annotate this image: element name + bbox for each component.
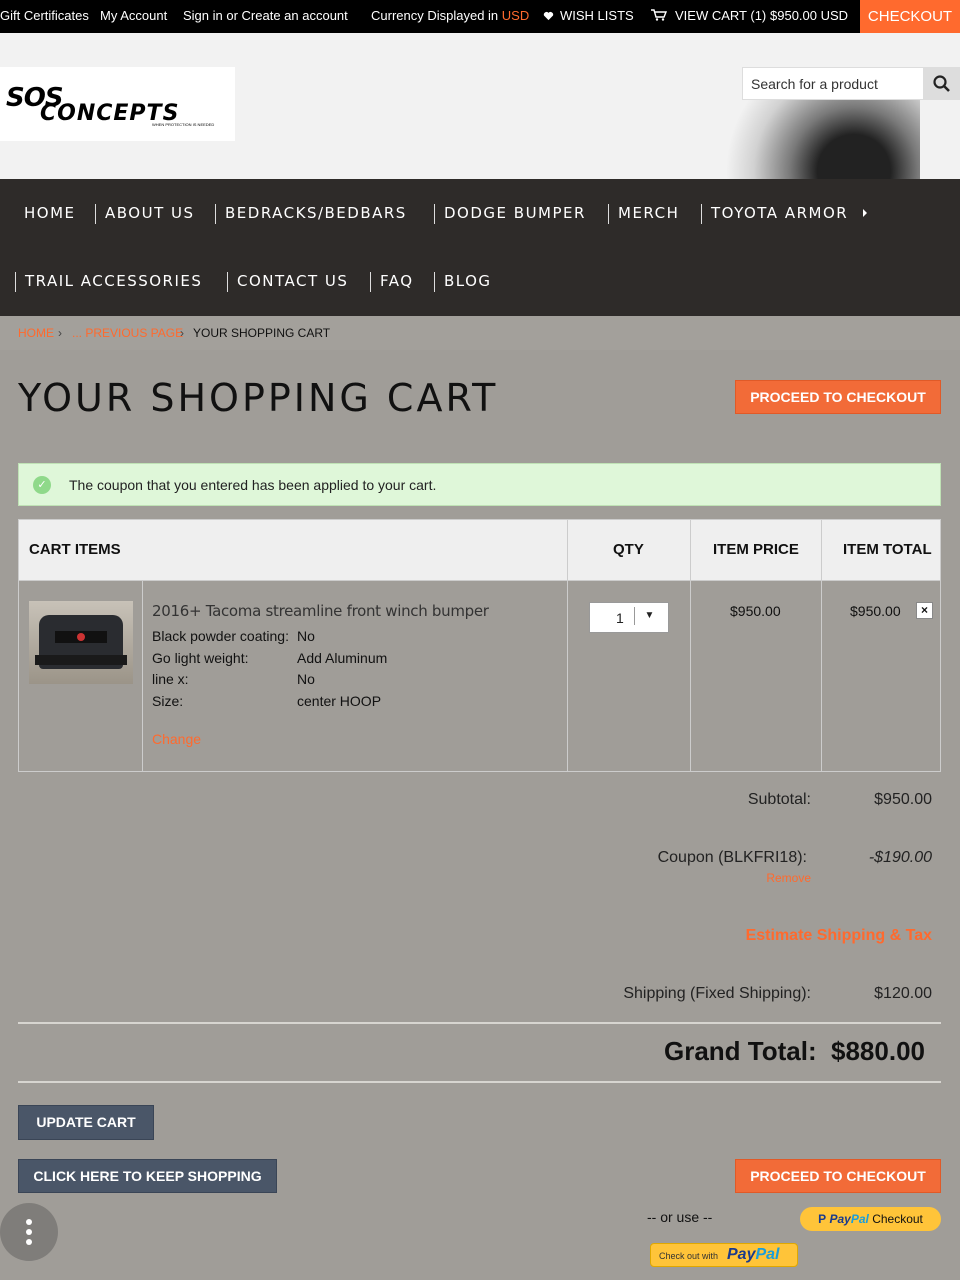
col-item-price: ITEM PRICE [713, 541, 799, 558]
nav-item-dodge-bumper[interactable]: DODGE BUMPER [444, 204, 586, 222]
wish-lists-label: WISH LISTS [560, 8, 634, 23]
cart-table-header: CART ITEMS QTY ITEM PRICE ITEM TOTAL [18, 519, 941, 581]
col-item-total: ITEM TOTAL [843, 541, 932, 558]
proceed-checkout-button-top[interactable]: PROCEED TO CHECKOUT [735, 380, 941, 414]
coupon-value: -$190.00 [868, 849, 932, 866]
view-cart-link[interactable]: VIEW CART (1) [651, 8, 766, 23]
paypal-express-button[interactable]: Check out with PayPal [650, 1243, 798, 1267]
quantity-value: 1 [616, 610, 624, 626]
col-cart-items: CART ITEMS [29, 541, 121, 558]
quantity-select[interactable]: 1 ▼ [589, 602, 669, 633]
nav-item-home[interactable]: HOME [24, 204, 76, 222]
option-value: Add Aluminum [297, 650, 388, 666]
breadcrumb-current: YOUR SHOPPING CART [193, 326, 331, 340]
remove-item-icon[interactable]: × [916, 602, 933, 619]
main-nav: HOME ABOUT US BEDRACKS/BEDBARS DODGE BUM… [0, 179, 960, 316]
alert-message: The coupon that you entered has been app… [69, 477, 437, 493]
option-value: No [297, 671, 315, 687]
option-label: Go light weight: [152, 650, 249, 666]
cart-total: $950.00 USD [770, 8, 849, 23]
option-value: No [297, 628, 315, 644]
search-input[interactable]: Search for a product [742, 67, 924, 100]
paypal-logo-icon: P [818, 1212, 827, 1226]
shipping-value: $120.00 [874, 985, 932, 1002]
shipping-label: Shipping (Fixed Shipping): [623, 985, 811, 1002]
currency-value[interactable]: USD [502, 8, 529, 23]
breadcrumb-previous[interactable]: ... PREVIOUS PAGE [72, 326, 183, 340]
search-icon [933, 75, 950, 92]
divider [18, 1081, 941, 1083]
nav-item-contact[interactable]: CONTACT US [237, 272, 348, 290]
nav-item-bedracks[interactable]: BEDRACKS/BEDBARS [225, 204, 407, 222]
option-value: center HOOP [297, 693, 382, 709]
page-title: YOUR SHOPPING CART [18, 376, 499, 420]
top-bar: Gift Certificates My Account Sign in or … [0, 0, 960, 33]
table-row: 2016+ Tacoma streamline front winch bump… [18, 581, 941, 772]
chevron-down-icon: ▼ [634, 607, 664, 625]
nav-item-about[interactable]: ABOUT US [105, 204, 195, 222]
update-cart-button[interactable]: UPDATE CART [18, 1105, 154, 1140]
item-price: $950.00 [730, 603, 781, 619]
nav-item-trail-accessories[interactable]: TRAIL ACCESSORIES [25, 272, 202, 290]
option-label: line x: [152, 671, 189, 687]
cart-icon [651, 9, 667, 21]
product-name[interactable]: 2016+ Tacoma streamline front winch bump… [152, 602, 489, 620]
nav-item-merch[interactable]: MERCH [618, 204, 679, 222]
currency-selector[interactable]: Currency Displayed in USD [371, 8, 529, 23]
grand-total-label: Grand Total: [664, 1036, 817, 1066]
wish-lists-link[interactable]: WISH LISTS [543, 8, 634, 23]
option-label: Size: [152, 693, 184, 709]
coupon-success-alert: ✓ The coupon that you entered has been a… [18, 463, 941, 506]
view-cart-label: VIEW CART (1) [675, 8, 767, 23]
subtotal-value: $950.00 [874, 791, 932, 808]
product-thumbnail[interactable] [29, 601, 133, 684]
grand-total-value: $880.00 [831, 1036, 925, 1066]
search-button[interactable] [924, 67, 960, 100]
breadcrumb: HOME › ... PREVIOUS PAGE › YOUR SHOPPING… [0, 316, 960, 350]
gift-certificates-link[interactable]: Gift Certificates [0, 8, 89, 23]
option-label: Black powder coating: [152, 628, 289, 644]
chevron-right-icon: › [180, 326, 184, 340]
sign-in-link[interactable]: Sign in or Create an account [183, 8, 348, 23]
breadcrumb-home[interactable]: HOME [18, 326, 54, 340]
site-header: SOS CONCEPTS WHEN PROTECTION IS NEEDED S… [0, 33, 960, 179]
heart-icon [543, 12, 554, 21]
site-logo[interactable]: SOS CONCEPTS WHEN PROTECTION IS NEEDED [0, 67, 235, 141]
paypal-checkout-button[interactable]: P PayPal Checkout [800, 1207, 941, 1231]
item-total: $950.00 [850, 603, 901, 619]
subtotal-label: Subtotal: [747, 791, 811, 808]
or-use-label: -- or use -- [647, 1209, 713, 1225]
col-qty: QTY [613, 541, 644, 558]
floating-menu-button[interactable] [0, 1203, 58, 1261]
coupon-remove-link[interactable]: Remove [766, 871, 811, 885]
divider [18, 1022, 941, 1024]
coupon-label: Coupon (BLKFRI18): [657, 849, 807, 866]
currency-label: Currency Displayed in [371, 8, 499, 23]
proceed-checkout-button-bottom[interactable]: PROCEED TO CHECKOUT [735, 1159, 941, 1193]
change-options-link[interactable]: Change [152, 731, 201, 747]
check-circle-icon: ✓ [33, 476, 51, 494]
checkout-button[interactable]: CHECKOUT [860, 0, 960, 33]
estimate-shipping-link[interactable]: Estimate Shipping & Tax [746, 927, 932, 945]
chevron-right-icon: › [58, 326, 62, 340]
keep-shopping-button[interactable]: CLICK HERE TO KEEP SHOPPING [18, 1159, 277, 1193]
nav-item-blog[interactable]: BLOG [444, 272, 492, 290]
my-account-link[interactable]: My Account [100, 8, 167, 23]
nav-item-faq[interactable]: FAQ [380, 272, 414, 290]
nav-item-toyota-armor[interactable]: TOYOTA ARMOR [711, 204, 870, 222]
caret-right-icon [863, 209, 868, 217]
